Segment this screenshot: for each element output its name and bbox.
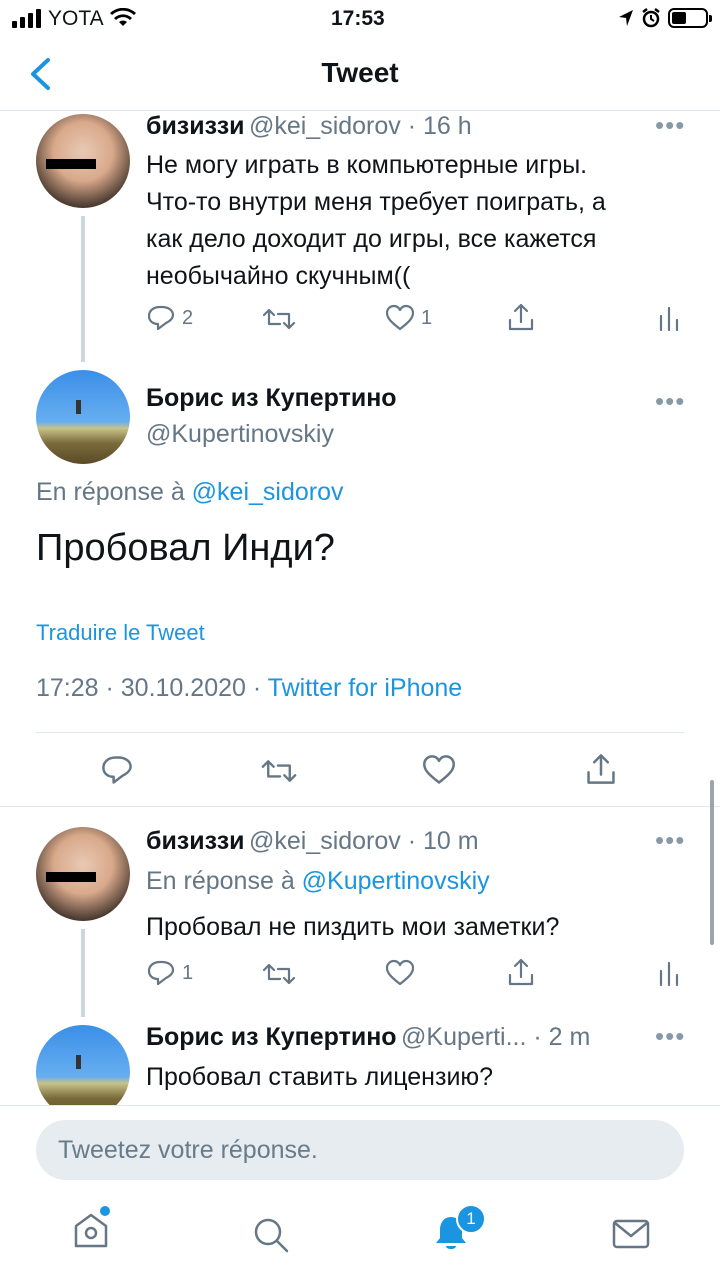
reply-composer[interactable]: Tweetez votre réponse.: [36, 1120, 684, 1180]
avatar[interactable]: [36, 114, 130, 208]
thread-line: [81, 929, 85, 1017]
tweet-time: 10 m: [423, 827, 479, 855]
author-name[interactable]: бизиззи: [146, 827, 245, 855]
author-handle[interactable]: @Kupertinovskiy: [146, 420, 334, 449]
clock: 17:53: [331, 7, 385, 30]
retweet-icon[interactable]: [260, 757, 298, 785]
more-icon[interactable]: •••: [655, 825, 685, 856]
like-button[interactable]: 1: [385, 304, 432, 332]
share-icon[interactable]: [506, 957, 536, 987]
reply-icon[interactable]: [100, 754, 134, 786]
bottom-panel: Tweetez votre réponse. 1: [0, 1106, 720, 1280]
tweet-timestamp: 17:28 · 30.10.2020 ·: [36, 674, 262, 702]
tweet-text: Пробовал ставить лицензию?: [146, 1063, 494, 1091]
author-name[interactable]: Борис из Купертино: [146, 384, 397, 413]
reply-icon: [147, 305, 175, 331]
reply-button[interactable]: 1: [146, 959, 193, 987]
tweet-time: 16 h: [423, 112, 472, 140]
thread-line: [81, 216, 85, 362]
home-dot: [100, 1206, 110, 1216]
author-name[interactable]: Борис из Купертино: [146, 1023, 397, 1051]
avatar[interactable]: [36, 827, 130, 921]
home-icon: [74, 1213, 108, 1248]
translate-link[interactable]: Traduire le Tweet: [36, 620, 205, 646]
battery-icon: [668, 8, 712, 28]
analytics-icon[interactable]: [658, 961, 680, 987]
location-icon: [619, 10, 633, 26]
retweet-icon[interactable]: [262, 961, 296, 987]
reply-button[interactable]: 2: [146, 304, 193, 332]
reply-count: 2: [182, 306, 194, 329]
author-handle[interactable]: @kei_sidorov: [249, 112, 401, 140]
reply-icon: [147, 960, 175, 986]
share-icon[interactable]: [584, 752, 618, 786]
source-link[interactable]: Twitter for iPhone: [268, 674, 463, 702]
author-handle[interactable]: @kei_sidorov: [249, 827, 401, 855]
tab-notifications[interactable]: 1: [432, 1204, 486, 1252]
header: Tweet: [0, 40, 720, 110]
tweet-text: Не могу играть в компьютерные игры. Что-…: [146, 151, 606, 290]
heart-icon[interactable]: [422, 754, 456, 786]
analytics-icon[interactable]: [658, 306, 680, 332]
heart-icon: [385, 304, 415, 331]
status-bar: YOTA 17:53: [0, 0, 720, 40]
mention-link[interactable]: @kei_sidorov: [192, 478, 344, 506]
meta-divider: [36, 732, 684, 733]
wifi-icon: [110, 8, 136, 26]
avatar[interactable]: [36, 370, 130, 464]
tweet-reply[interactable]: бизиззи @kei_sidorov · 10 m ••• En répon…: [0, 807, 720, 1017]
tweet-focused: Борис из Купертино @Kupertinovskiy ••• E…: [0, 362, 720, 807]
mail-icon[interactable]: [612, 1218, 650, 1250]
notification-badge: 1: [456, 1204, 486, 1234]
avatar[interactable]: [36, 1025, 130, 1105]
more-icon[interactable]: •••: [655, 1021, 685, 1052]
reply-context: En réponse à @Kupertinovskiy: [146, 867, 490, 895]
tweet-text: Пробовал не пиздить мои заметки?: [146, 913, 560, 941]
composer-placeholder: Tweetez votre réponse.: [58, 1136, 318, 1164]
mention-link[interactable]: @Kupertinovskiy: [302, 867, 490, 895]
tab-home[interactable]: [72, 1206, 110, 1250]
more-icon[interactable]: •••: [655, 110, 685, 141]
tweet-time: 2 m: [548, 1023, 591, 1051]
author-handle[interactable]: @Kuperti...: [401, 1023, 526, 1051]
tweet-meta: 17:28 · 30.10.2020 · Twitter for iPhone: [36, 674, 462, 703]
share-icon[interactable]: [506, 302, 536, 332]
page-title: Tweet: [321, 57, 399, 88]
author-name[interactable]: бизиззи: [146, 112, 245, 140]
more-icon[interactable]: •••: [655, 386, 685, 417]
search-icon[interactable]: [252, 1216, 290, 1254]
tweet-reply[interactable]: Борис из Купертино @Kuperti... · 2 m •••…: [0, 1017, 720, 1105]
heart-icon[interactable]: [385, 959, 415, 987]
carrier-label: YOTA: [48, 7, 104, 30]
reply-count: 1: [182, 961, 194, 984]
like-count: 1: [421, 306, 433, 329]
tweet-text: Пробовал Инди?: [36, 527, 335, 569]
signal-icon: [12, 9, 41, 28]
alarm-icon: [642, 8, 660, 28]
scrollbar[interactable]: [710, 780, 714, 945]
retweet-icon[interactable]: [262, 306, 296, 332]
tweet-parent[interactable]: бизиззи @kei_sidorov · 16 h ••• Не могу …: [0, 110, 720, 362]
reply-context: En réponse à @kei_sidorov: [36, 478, 344, 506]
